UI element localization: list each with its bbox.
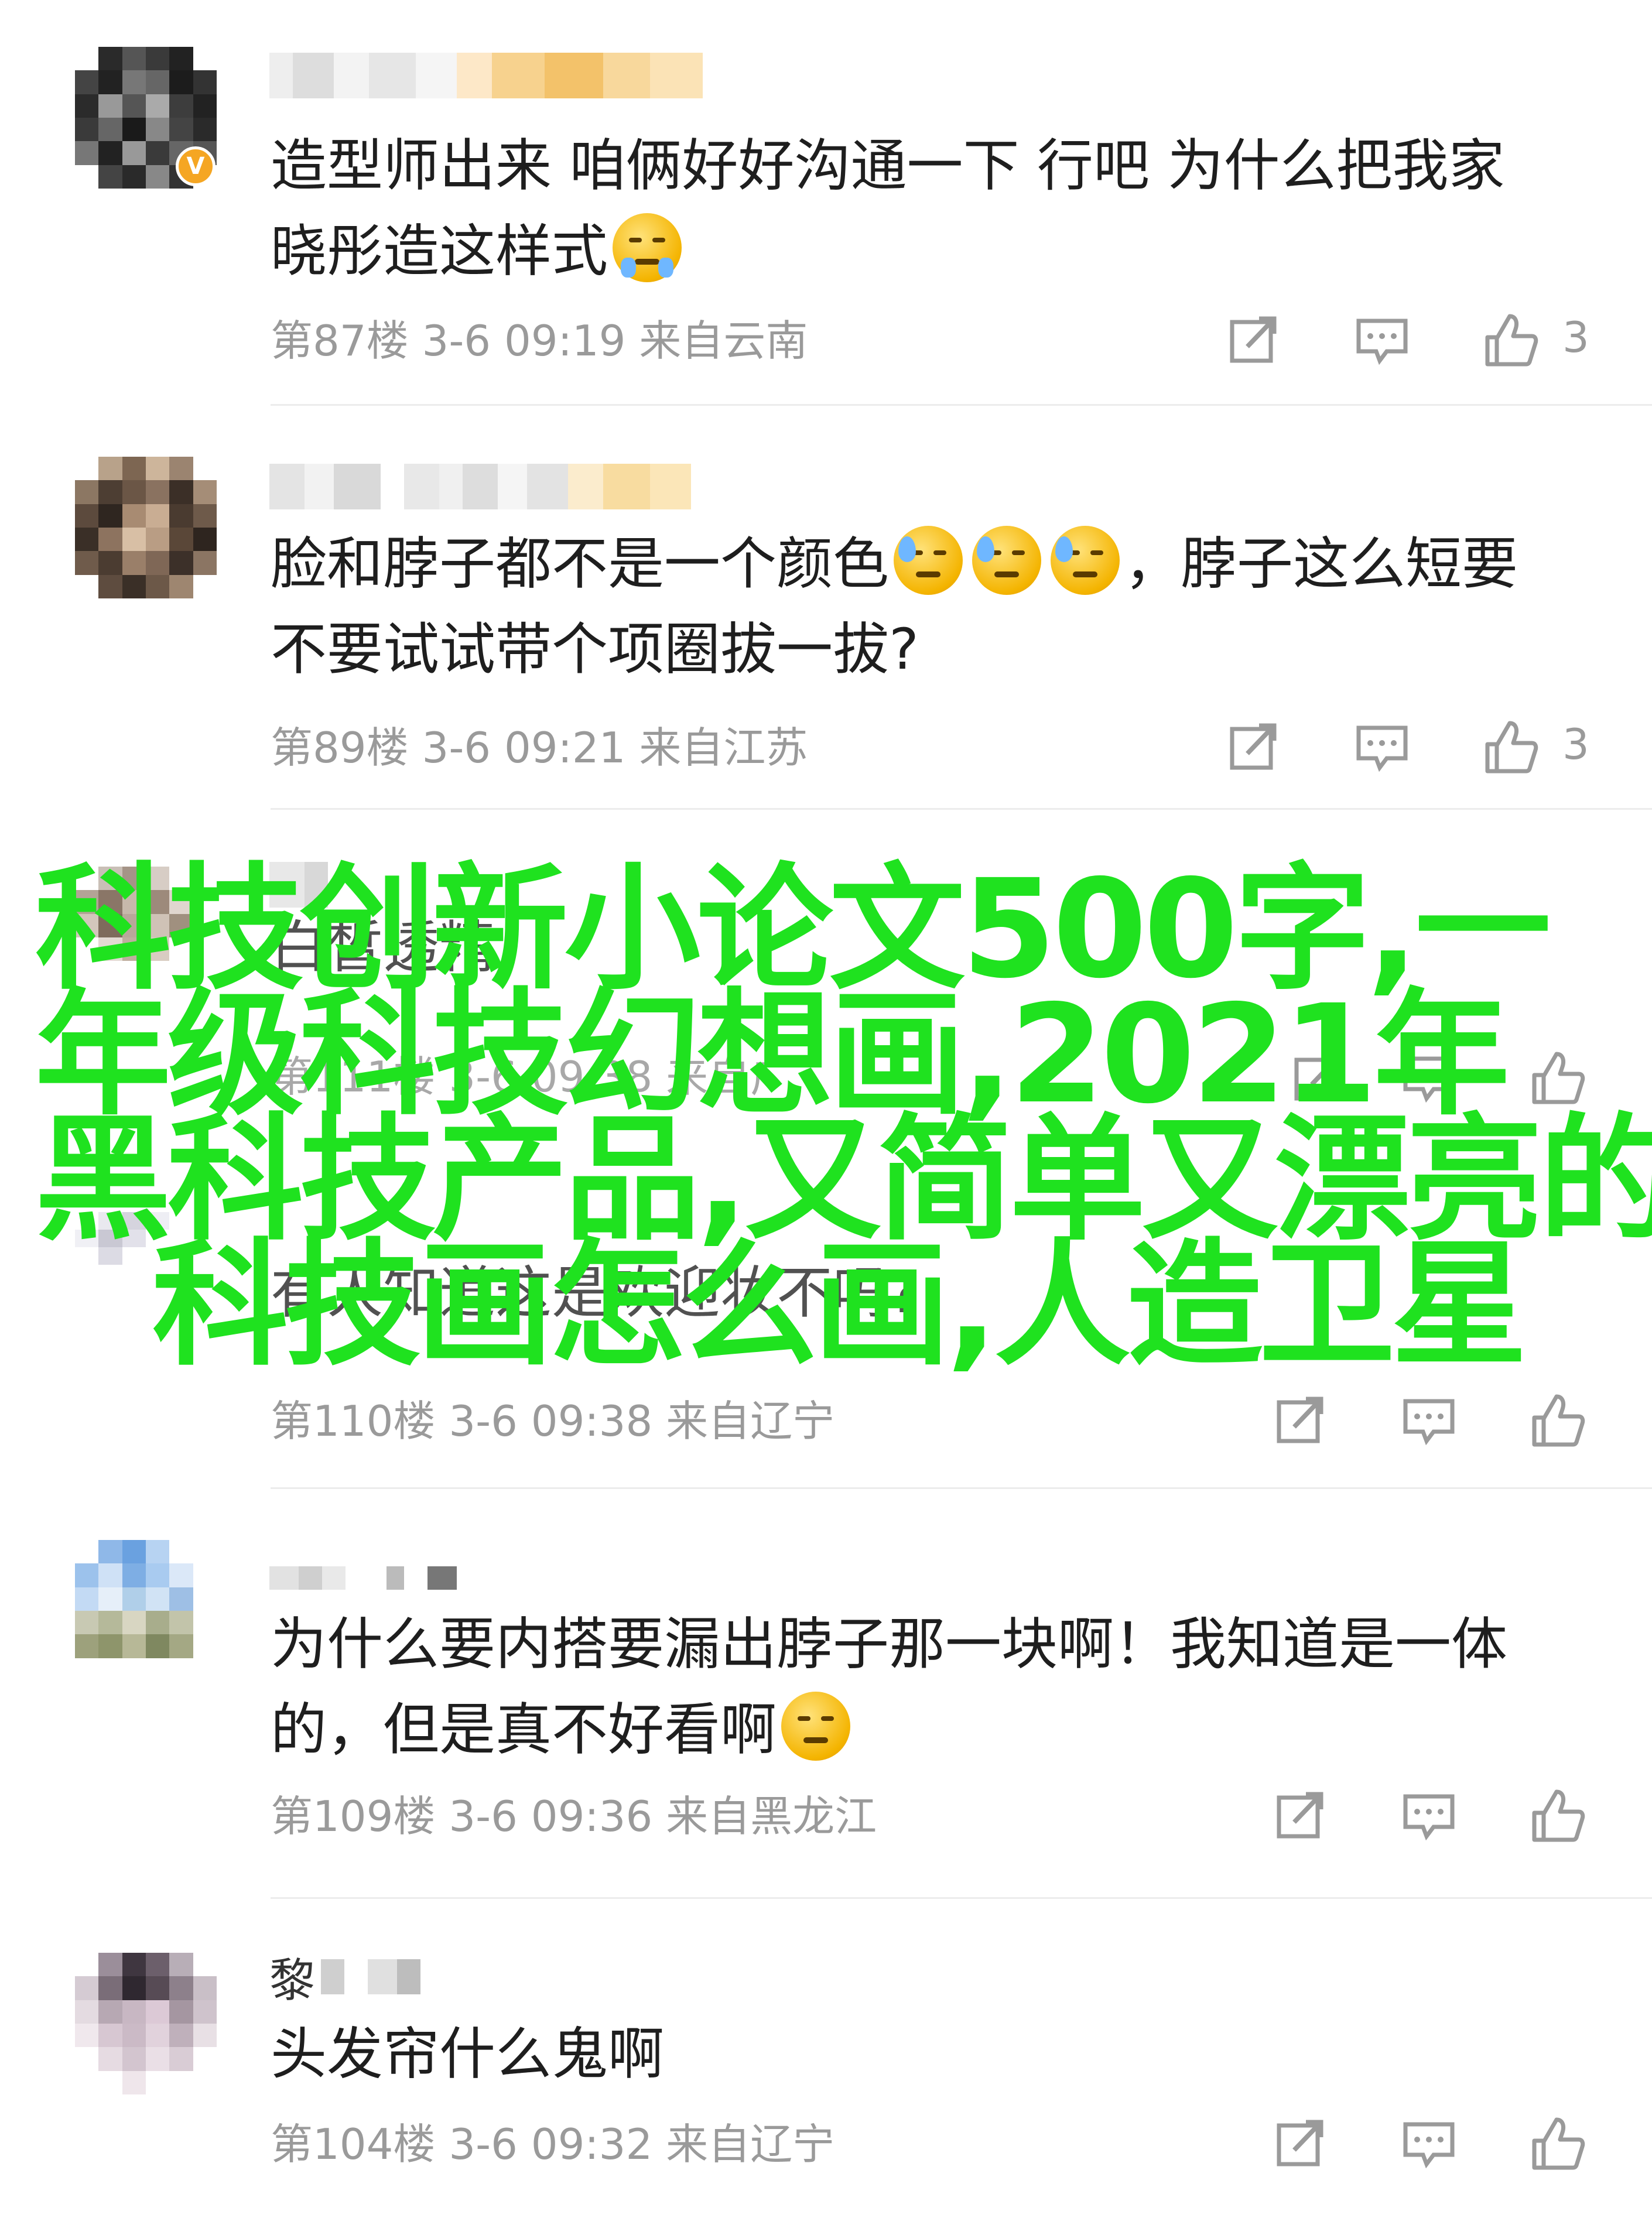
- comment-text: 白皙透精: [271, 915, 495, 980]
- comment-text: 头发帘什么鬼啊: [271, 2011, 1588, 2097]
- verified-badge-icon: V: [176, 146, 216, 186]
- comment-bubble-icon[interactable]: [1353, 717, 1411, 776]
- comment-line: 的，但是真不好看啊: [271, 1687, 1588, 1772]
- share-edit-icon[interactable]: [1224, 310, 1282, 369]
- divider: [271, 404, 1652, 406]
- avatar[interactable]: [75, 867, 217, 1008]
- comment-line: 为什么要内搭要漏出脖子那一块啊！我知道是一体: [271, 1611, 1507, 1677]
- share-edit-icon[interactable]: [1271, 2114, 1329, 2172]
- comment-bubble-icon[interactable]: [1353, 310, 1411, 369]
- avatar[interactable]: [75, 1212, 217, 1317]
- avatar[interactable]: [75, 457, 217, 598]
- comment-bubble-icon[interactable]: [1400, 1786, 1458, 1844]
- comment-line: 晓彤造这样式: [271, 208, 1588, 294]
- comment-line: 造型师出来 咱俩好好沟通一下 行吧 为什么把我家: [271, 133, 1505, 198]
- comment-bubble-icon[interactable]: [1400, 1048, 1458, 1107]
- divider: [271, 1897, 1652, 1899]
- avatar[interactable]: [75, 1953, 217, 2094]
- overlay-line: 黑科技产品,又简单又漂亮的: [35, 1101, 1652, 1259]
- nickname-pixelated[interactable]: [269, 1563, 457, 1593]
- nickname-char: 黎: [269, 1955, 316, 2007]
- share-edit-icon[interactable]: [1288, 1048, 1347, 1107]
- thumbs-up-icon[interactable]: [1528, 1391, 1587, 1449]
- thumbs-up-icon[interactable]: [1528, 1048, 1587, 1107]
- share-edit-icon[interactable]: [1271, 1786, 1329, 1844]
- sweat-emoji-icon: [1051, 526, 1120, 595]
- avatar[interactable]: [75, 1540, 217, 1682]
- comment-actions: 3: [0, 711, 1652, 782]
- thumbs-up-icon[interactable]: [1528, 2114, 1587, 2172]
- sweat-emoji-icon: [972, 526, 1041, 595]
- sweat-emoji-icon: [894, 526, 963, 595]
- comment-bubble-icon[interactable]: [1400, 1391, 1458, 1449]
- comment-line: 头发帘什么鬼啊: [271, 2021, 664, 2087]
- share-edit-icon[interactable]: [1224, 717, 1282, 776]
- comment-text: 脸和脖子都不是一个颜色 ，脖子这么短要 不要试试带个项圈拔一拔?: [271, 521, 1588, 692]
- comment-text: 有人知道这是欢迎妆不吗?: [271, 1260, 919, 1326]
- nickname-pixelated[interactable]: [269, 52, 703, 100]
- comment-actions: [0, 1780, 1652, 1850]
- like-count: 3: [1562, 313, 1589, 362]
- comment-actions: [0, 2108, 1652, 2178]
- comment-line: 脸和脖子都不是一个颜色 ，脖子这么短要: [271, 521, 1588, 607]
- comment-actions: [0, 1385, 1652, 1455]
- nickname[interactable]: 黎: [269, 1953, 421, 2007]
- share-edit-icon[interactable]: [1271, 1391, 1329, 1449]
- comment-line: 不要试试带个项圈拔一拔?: [271, 617, 919, 682]
- comment-text: 造型师出来 咱俩好好沟通一下 行吧 为什么把我家 晓彤造这样式: [271, 123, 1588, 294]
- thumbs-up-icon[interactable]: [1528, 1786, 1587, 1844]
- divider: [271, 1487, 1652, 1489]
- divider: [271, 808, 1652, 810]
- crying-emoji-icon: [613, 213, 682, 282]
- nickname-pixelated[interactable]: [269, 463, 691, 511]
- dizzy-emoji-icon: [781, 1692, 850, 1761]
- thumbs-up-icon[interactable]: [1482, 717, 1540, 776]
- thumbs-up-icon[interactable]: [1482, 310, 1540, 369]
- comment-text: 为什么要内搭要漏出脖子那一块啊！我知道是一体 的，但是真不好看啊: [271, 1601, 1588, 1772]
- comment-actions: 3: [0, 304, 1652, 375]
- like-count: 3: [1562, 720, 1589, 769]
- comment-actions: [0, 1042, 1652, 1113]
- comment-bubble-icon[interactable]: [1400, 2114, 1458, 2172]
